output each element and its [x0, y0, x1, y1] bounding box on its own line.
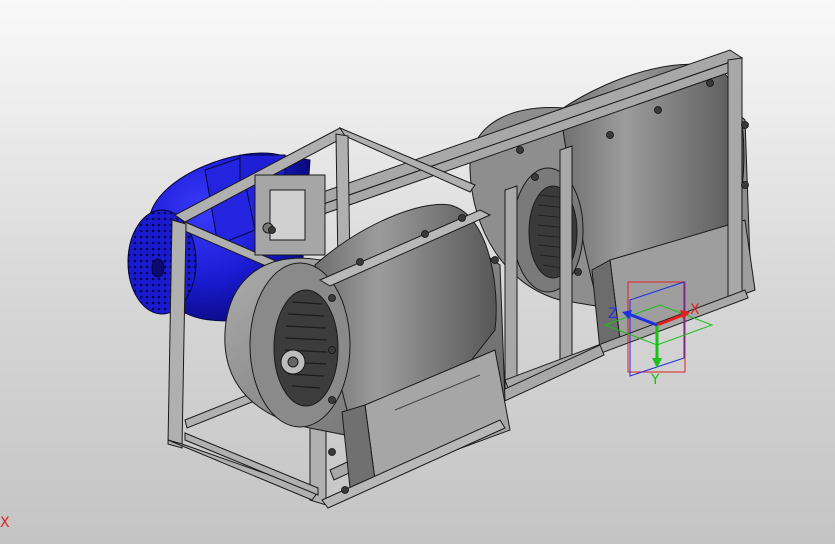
right-post[interactable]: [727, 57, 743, 306]
cage-brace-lower[interactable]: [184, 432, 319, 496]
front-blower-inlet: [273, 289, 339, 407]
cage-bottom-left[interactable]: [167, 439, 319, 501]
middle-post[interactable]: [559, 145, 573, 366]
corner-axis-label: X: [0, 515, 10, 531]
motor-shaft-cap: [151, 258, 165, 278]
triad-y-label: Y: [650, 372, 660, 388]
triad-z-label: Z: [608, 306, 618, 322]
bearing-bracket[interactable]: [254, 174, 326, 256]
cad-model-scene[interactable]: X Y Z: [0, 0, 835, 544]
middle-post-2[interactable]: [504, 185, 518, 391]
3d-viewport[interactable]: X Y Z X: [0, 0, 835, 544]
triad-x-label: X: [690, 302, 700, 318]
